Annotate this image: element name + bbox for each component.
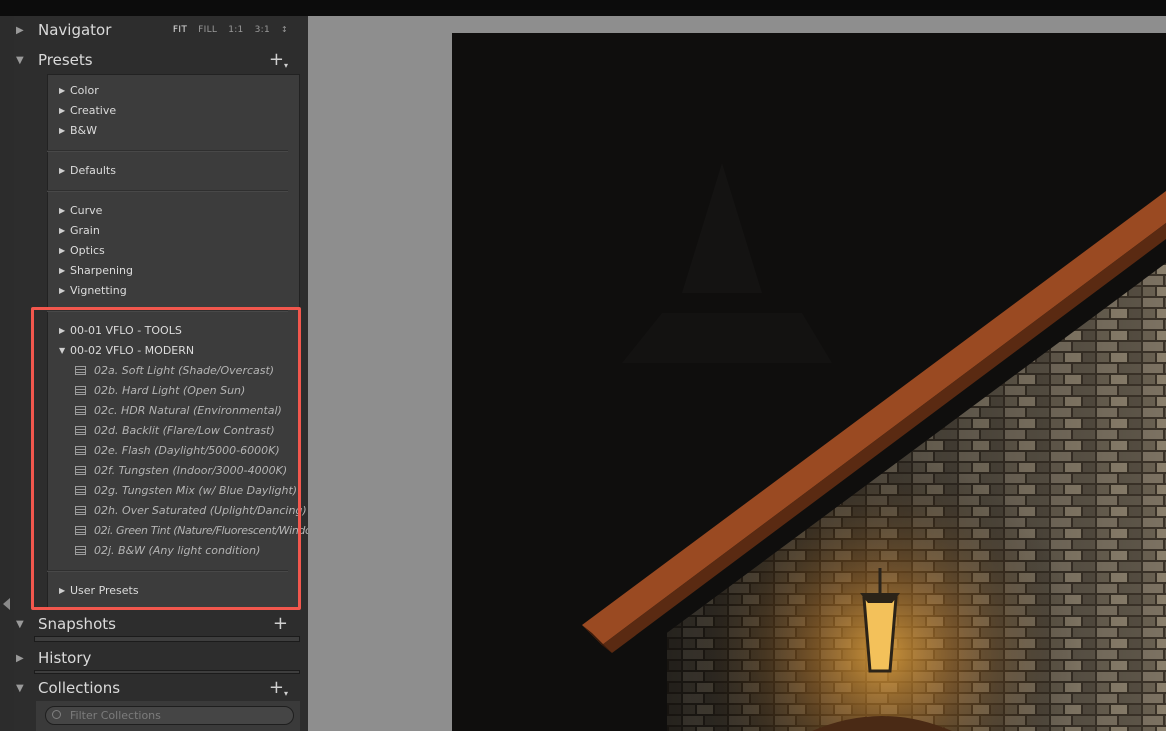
collections-filter-area bbox=[36, 701, 300, 731]
zoom-1-1[interactable]: 1:1 bbox=[228, 25, 243, 35]
history-header[interactable]: ▶ History bbox=[16, 644, 302, 672]
presets-divider bbox=[47, 150, 288, 152]
zoom-stepper-icon[interactable]: ↕ bbox=[281, 25, 288, 35]
snapshots-header[interactable]: ▼ Snapshots + bbox=[16, 610, 302, 638]
collections-header[interactable]: ▼ Collections +▾ bbox=[16, 674, 302, 702]
presets-divider bbox=[47, 190, 288, 192]
disclosure-arrow-icon: ▶ bbox=[59, 166, 66, 175]
preset-group-curve[interactable]: ▶ Curve bbox=[59, 204, 102, 217]
zoom-fill[interactable]: FILL bbox=[198, 25, 217, 35]
preset-group-defaults[interactable]: ▶ Defaults bbox=[59, 164, 116, 177]
zoom-3-1[interactable]: 3:1 bbox=[255, 25, 270, 35]
collapse-triangle-icon[interactable]: ▼ bbox=[16, 55, 30, 66]
preset-group-optics[interactable]: ▶ Optics bbox=[59, 244, 105, 257]
navigator-header[interactable]: ▶ Navigator FIT FILL 1:1 3:1 ↕ bbox=[16, 16, 302, 44]
preset-group-vignetting[interactable]: ▶ Vignetting bbox=[59, 284, 127, 297]
preset-group-bw[interactable]: ▶ B&W bbox=[59, 124, 97, 137]
preset-group-sharpening[interactable]: ▶ Sharpening bbox=[59, 264, 133, 277]
disclosure-arrow-icon: ▶ bbox=[59, 86, 66, 95]
navigator-zoom-options: FIT FILL 1:1 3:1 ↕ bbox=[173, 25, 288, 35]
top-bar bbox=[0, 0, 1166, 16]
collapse-triangle-icon[interactable]: ▼ bbox=[16, 683, 30, 694]
photo-preview[interactable] bbox=[452, 33, 1166, 731]
disclosure-arrow-icon: ▶ bbox=[59, 246, 66, 255]
disclosure-arrow-icon: ▶ bbox=[59, 266, 66, 275]
search-icon bbox=[52, 710, 61, 719]
collections-title: Collections bbox=[38, 679, 121, 697]
left-edge-rail bbox=[0, 16, 14, 731]
preset-group-color[interactable]: ▶ Color bbox=[59, 84, 99, 97]
disclosure-arrow-icon: ▶ bbox=[59, 206, 66, 215]
disclosure-arrow-icon: ▶ bbox=[59, 226, 66, 235]
navigator-title: Navigator bbox=[38, 21, 112, 39]
presets-header[interactable]: ▼ Presets +▾ bbox=[16, 46, 302, 74]
add-preset-icon[interactable]: +▾ bbox=[269, 51, 288, 70]
disclosure-arrow-icon: ▶ bbox=[59, 106, 66, 115]
disclosure-arrow-icon: ▶ bbox=[59, 126, 66, 135]
expand-triangle-icon[interactable]: ▶ bbox=[16, 25, 30, 36]
add-collection-icon[interactable]: +▾ bbox=[269, 679, 288, 698]
snapshots-title: Snapshots bbox=[38, 615, 116, 633]
history-title: History bbox=[38, 649, 92, 667]
preset-group-creative[interactable]: ▶ Creative bbox=[59, 104, 116, 117]
expand-triangle-icon[interactable]: ▶ bbox=[16, 653, 30, 664]
filter-collections-input[interactable] bbox=[45, 706, 294, 725]
zoom-fit[interactable]: FIT bbox=[173, 25, 187, 35]
snapshots-content bbox=[34, 636, 300, 642]
collapse-triangle-icon[interactable]: ▼ bbox=[16, 619, 30, 630]
presets-title: Presets bbox=[38, 51, 93, 69]
collapse-left-panel-icon[interactable] bbox=[3, 598, 10, 610]
preset-group-grain[interactable]: ▶ Grain bbox=[59, 224, 100, 237]
photo-image bbox=[452, 33, 1166, 731]
disclosure-arrow-icon: ▶ bbox=[59, 286, 66, 295]
add-snapshot-icon[interactable]: + bbox=[273, 615, 288, 633]
annotation-highlight-box bbox=[31, 307, 301, 610]
